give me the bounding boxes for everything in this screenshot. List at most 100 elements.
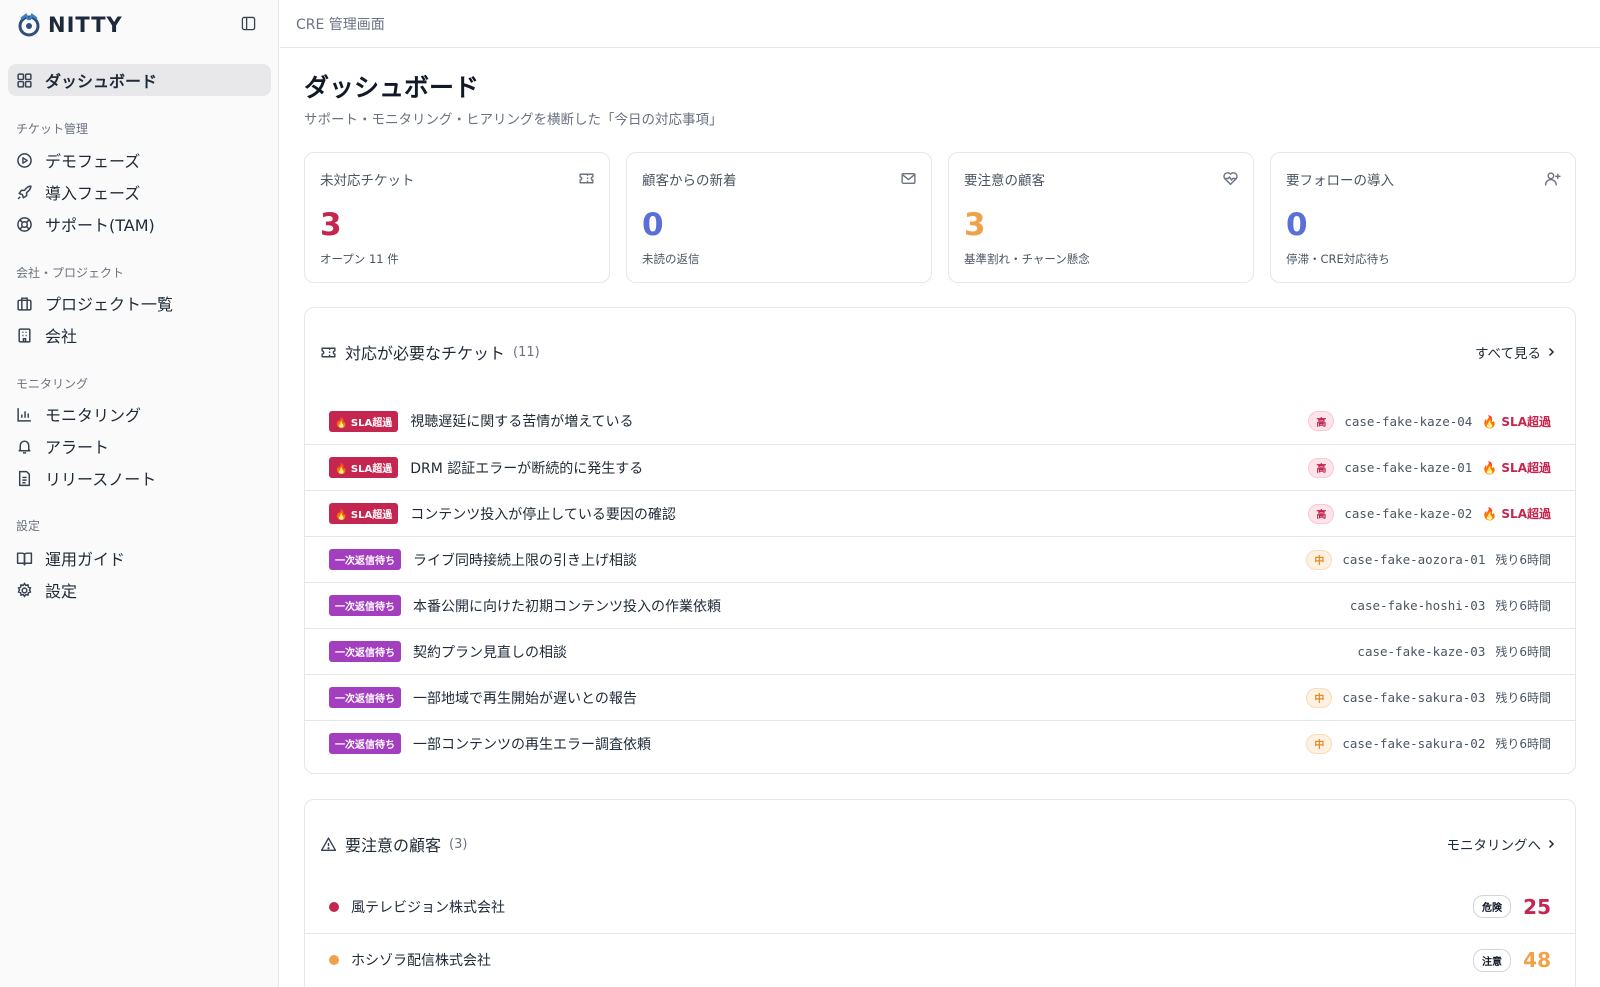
heart-pulse-icon (1223, 172, 1238, 186)
ticket-row[interactable]: 一次返信待ち ライブ同時接続上限の引き上げ相談 中 case-fake-aozo… (305, 536, 1575, 582)
stat-note: 未読の返信 (642, 252, 700, 266)
page-title: ダッシュボード (304, 73, 480, 102)
book-open-icon (16, 551, 33, 566)
file-text-icon (18, 470, 31, 486)
card-title-text: 対応が必要なチケット (345, 344, 506, 363)
stat-value: 3 (320, 207, 342, 243)
briefcase-icon (17, 296, 32, 311)
nav-group-label: 会社・プロジェクト (16, 266, 125, 280)
ticket-subject: 契約プラン見直しの相談 (413, 644, 567, 661)
sidebar-item-companies[interactable]: 会社 (8, 319, 271, 351)
sidebar-item-label: アラート (45, 438, 110, 457)
sidebar-item-label: ダッシュボード (45, 72, 158, 91)
chevron-right-icon (1548, 347, 1555, 357)
stat-value: 0 (1286, 207, 1308, 243)
priority-badge: 高 (1308, 457, 1335, 478)
logo-icon (18, 13, 40, 37)
stat-card-at-risk-customers[interactable]: 要注意の顧客 3 基準割れ・チャーン懸念 (948, 152, 1254, 283)
stat-label: 要フォローの導入 (1286, 173, 1394, 189)
stat-label: 要注意の顧客 (964, 173, 1045, 189)
health-score: 25 (1523, 894, 1551, 919)
ticket-row[interactable]: 一次返信待ち 一部コンテンツの再生エラー調査依頼 中 case-fake-sak… (305, 720, 1575, 766)
sidebar-toggle-button[interactable] (238, 13, 258, 33)
ticket-row[interactable]: 一次返信待ち 本番公開に向けた初期コンテンツ投入の作業依頼 case-fake-… (305, 582, 1575, 628)
stat-card-new-replies[interactable]: 顧客からの新着 0 未読の返信 (626, 152, 932, 283)
ticket-icon (579, 173, 594, 184)
ticket-subject: 視聴遅延に関する苦情が増えている (410, 414, 634, 430)
ticket-meta: case-fake-kaze-03 残り6時間 (1357, 643, 1551, 660)
time-remaining: 残り6時間 (1495, 737, 1551, 751)
sla-status: 🔥 SLA超過 (1482, 461, 1551, 475)
gear-icon (17, 581, 32, 598)
chevron-right-icon (1548, 839, 1555, 849)
bar-chart-icon (17, 407, 31, 422)
sidebar-item-settings[interactable]: 設定 (8, 574, 271, 606)
link-label: すべて見る (1474, 346, 1541, 362)
top-bar: CRE 管理画面 (280, 0, 1600, 48)
user-plus-icon (1544, 172, 1561, 186)
time-remaining: 残り6時間 (1495, 645, 1551, 659)
ticket-row[interactable]: 一次返信待ち 契約プラン見直しの相談 case-fake-kaze-03 残り6… (305, 628, 1575, 674)
page-subtitle: サポート・モニタリング・ヒアリングを横断した「今日の対応事項」 (304, 112, 723, 128)
customer-row[interactable]: 風テレビジョン株式会社 危険 25 (305, 880, 1575, 933)
life-buoy-icon (17, 216, 32, 232)
stat-note: オープン 11 件 (320, 252, 399, 266)
view-all-tickets-link[interactable]: すべて見る (1475, 342, 1557, 362)
sidebar-item-release-notes[interactable]: リリースノート (8, 462, 271, 494)
stat-note: 停滞・CRE対応待ち (1286, 252, 1390, 266)
ticket-list: 🔥 SLA超過 視聴遅延に関する苦情が増えている 高 case-fake-kaz… (305, 398, 1575, 766)
ticket-row[interactable]: 🔥 SLA超過 視聴遅延に関する苦情が増えている 高 case-fake-kaz… (305, 398, 1575, 444)
ticket-row[interactable]: 🔥 SLA超過 コンテンツ投入が停止している要因の確認 高 case-fake-… (305, 490, 1575, 536)
ticket-meta: 中 case-fake-sakura-03 残り6時間 (1306, 687, 1551, 708)
customer-row[interactable]: ホシゾラ配信株式会社 注意 48 (305, 933, 1575, 986)
sidebar-item-monitoring[interactable]: モニタリング (8, 398, 271, 430)
stat-note: 基準割れ・チャーン懸念 (964, 252, 1090, 266)
ticket-icon (321, 347, 336, 357)
tickets-card: 対応が必要なチケット (11) すべて見る 🔥 SLA超過 視聴遅延に関する苦情… (304, 307, 1576, 774)
ticket-subject: DRM 認証エラーが断続的に発生する (410, 460, 644, 477)
mail-icon (901, 173, 916, 184)
awaiting-reply-badge: 一次返信待ち (329, 687, 401, 708)
sidebar-item-demo-phase[interactable]: デモフェーズ (8, 144, 271, 176)
customer-name: ホシゾラ配信株式会社 (351, 953, 491, 969)
sidebar-item-support-tam[interactable]: サポート(TAM) (8, 208, 271, 240)
card-count: (11) (513, 344, 540, 360)
nav-group-label: チケット管理 (16, 122, 89, 136)
sidebar-item-label: プロジェクト一覧 (45, 295, 174, 314)
sidebar-item-guide[interactable]: 運用ガイド (8, 542, 271, 574)
sidebar-item-alerts[interactable]: アラート (8, 430, 271, 462)
sidebar-item-label: 運用ガイド (45, 550, 126, 569)
case-id: case-fake-kaze-02 (1344, 506, 1473, 521)
sidebar-item-label: リリースノート (45, 470, 157, 489)
sidebar-item-onboarding-phase[interactable]: 導入フェーズ (8, 176, 271, 208)
go-to-monitoring-link[interactable]: モニタリングへ (1447, 834, 1558, 854)
time-remaining: 残り6時間 (1495, 691, 1551, 705)
case-id: case-fake-kaze-01 (1344, 460, 1473, 475)
sidebar-item-projects[interactable]: プロジェクト一覧 (8, 287, 271, 319)
stat-card-open-tickets[interactable]: 未対応チケット 3 オープン 11 件 (304, 152, 610, 283)
brand[interactable]: NITTY (16, 10, 123, 40)
stat-card-onboarding-follow-up[interactable]: 要フォローの導入 0 停滞・CRE対応待ち (1270, 152, 1576, 283)
card-count: (3) (449, 836, 468, 852)
ticket-row[interactable]: 一次返信待ち 一部地域で再生開始が遅いとの報告 中 case-fake-saku… (305, 674, 1575, 720)
time-remaining: 残り6時間 (1495, 599, 1551, 613)
awaiting-reply-badge: 一次返信待ち (329, 549, 401, 570)
breadcrumb[interactable]: CRE 管理画面 (296, 14, 385, 34)
customer-name: 風テレビジョン株式会社 (351, 899, 505, 916)
stat-value: 0 (642, 207, 664, 243)
customers-card-title: 要注意の顧客 (3) (320, 832, 467, 856)
stat-label: 未対応チケット (320, 173, 415, 189)
case-id: case-fake-hoshi-03 (1349, 598, 1486, 613)
priority-badge: 高 (1308, 503, 1335, 524)
sidebar: NITTY ダッシュボード チケット管理 デモフェーズ 導入フェーズ サポート(… (0, 0, 279, 987)
sidebar-item-dashboard[interactable]: ダッシュボード (8, 64, 271, 96)
customers-card-header: 要注意の顧客 (3) モニタリングへ (305, 800, 1575, 880)
nav-group-label: 設定 (16, 519, 41, 533)
brand-name: NITTY (48, 13, 123, 37)
sidebar-item-label: モニタリング (45, 406, 142, 425)
status-dot (329, 955, 339, 965)
risk-level-badge: 注意 (1473, 948, 1511, 972)
priority-badge: 中 (1306, 549, 1333, 570)
ticket-row[interactable]: 🔥 SLA超過 DRM 認証エラーが断続的に発生する 高 case-fake-k… (305, 444, 1575, 490)
awaiting-reply-badge: 一次返信待ち (329, 733, 401, 754)
